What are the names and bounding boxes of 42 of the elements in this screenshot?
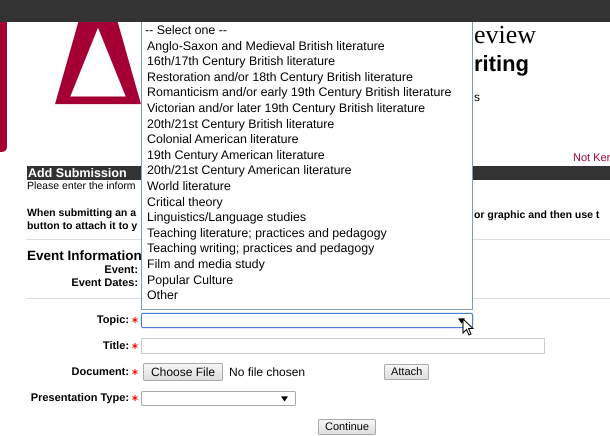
continue-button[interactable]: Continue — [318, 419, 376, 435]
dropdown-option[interactable]: Victorian and/or later 19th Century British literature — [142, 100, 472, 117]
dropdown-option[interactable]: World literature — [142, 178, 472, 195]
mouse-cursor-icon — [462, 318, 474, 336]
dropdown-option[interactable]: Teaching literature; practices and pedagogy — [142, 226, 472, 242]
instruction-text: or graphic and then use t — [474, 209, 600, 223]
select-field[interactable] — [141, 390, 296, 406]
instruction-text: button to attach it to y — [27, 220, 138, 233]
dropdown-arrow-icon — [281, 396, 288, 402]
user-link[interactable]: Not Ker — [573, 152, 610, 164]
site-subtitle: riting — [474, 52, 530, 76]
dropdown-option[interactable]: 20th/21st Century British literature — [142, 116, 472, 132]
site-tagline: s — [474, 90, 481, 104]
dropdown-option[interactable]: 20th/21st Century American literature — [142, 163, 472, 179]
choose-file-button[interactable]: Choose File — [143, 363, 224, 381]
field-label: Topic: — [96, 314, 129, 326]
dropdown-option[interactable]: Critical theory — [142, 194, 472, 210]
field-label: Presentation Type: — [30, 392, 129, 404]
file-status: No file chosen — [229, 365, 306, 379]
dropdown-option[interactable]: Romanticism and/or early 19th Century British literature — [142, 85, 472, 101]
dropdown-option[interactable]: Teaching writing; practices and pedagogy — [142, 241, 472, 257]
select-field[interactable] — [141, 312, 473, 328]
field-label: Event: — [104, 264, 138, 277]
dropdown-option[interactable]: Film and media study — [142, 256, 472, 272]
dropdown-option[interactable]: -- Select one -- — [142, 23, 472, 39]
dropdown-option[interactable]: Colonial American literature — [142, 132, 472, 148]
instruction-text: When submitting an a — [27, 207, 138, 220]
intro-text: Please enter the inform — [27, 180, 137, 193]
field-label: Document: — [72, 366, 129, 378]
dropdown-option[interactable]: Linguistics/Language studies — [142, 210, 472, 226]
title-input[interactable] — [141, 338, 545, 354]
dropdown-option[interactable]: 16th/17th Century British literature — [142, 54, 472, 70]
dropdown-option[interactable]: Restoration and/or 18th Century British literature — [142, 70, 472, 86]
site-title: eview — [474, 22, 536, 48]
field-label: Event Dates: — [71, 277, 138, 290]
dropdown-option[interactable]: 19th Century American literature — [142, 148, 472, 164]
dropdown-option[interactable]: Popular Culture — [142, 272, 472, 288]
attach-button[interactable]: Attach — [384, 364, 430, 380]
dropdown-option[interactable]: Anglo-Saxon and Medieval British literature — [142, 38, 472, 54]
event-heading: Event Information — [27, 248, 141, 264]
dropdown-option[interactable]: Other — [142, 288, 472, 304]
field-label: Title: — [102, 340, 129, 352]
